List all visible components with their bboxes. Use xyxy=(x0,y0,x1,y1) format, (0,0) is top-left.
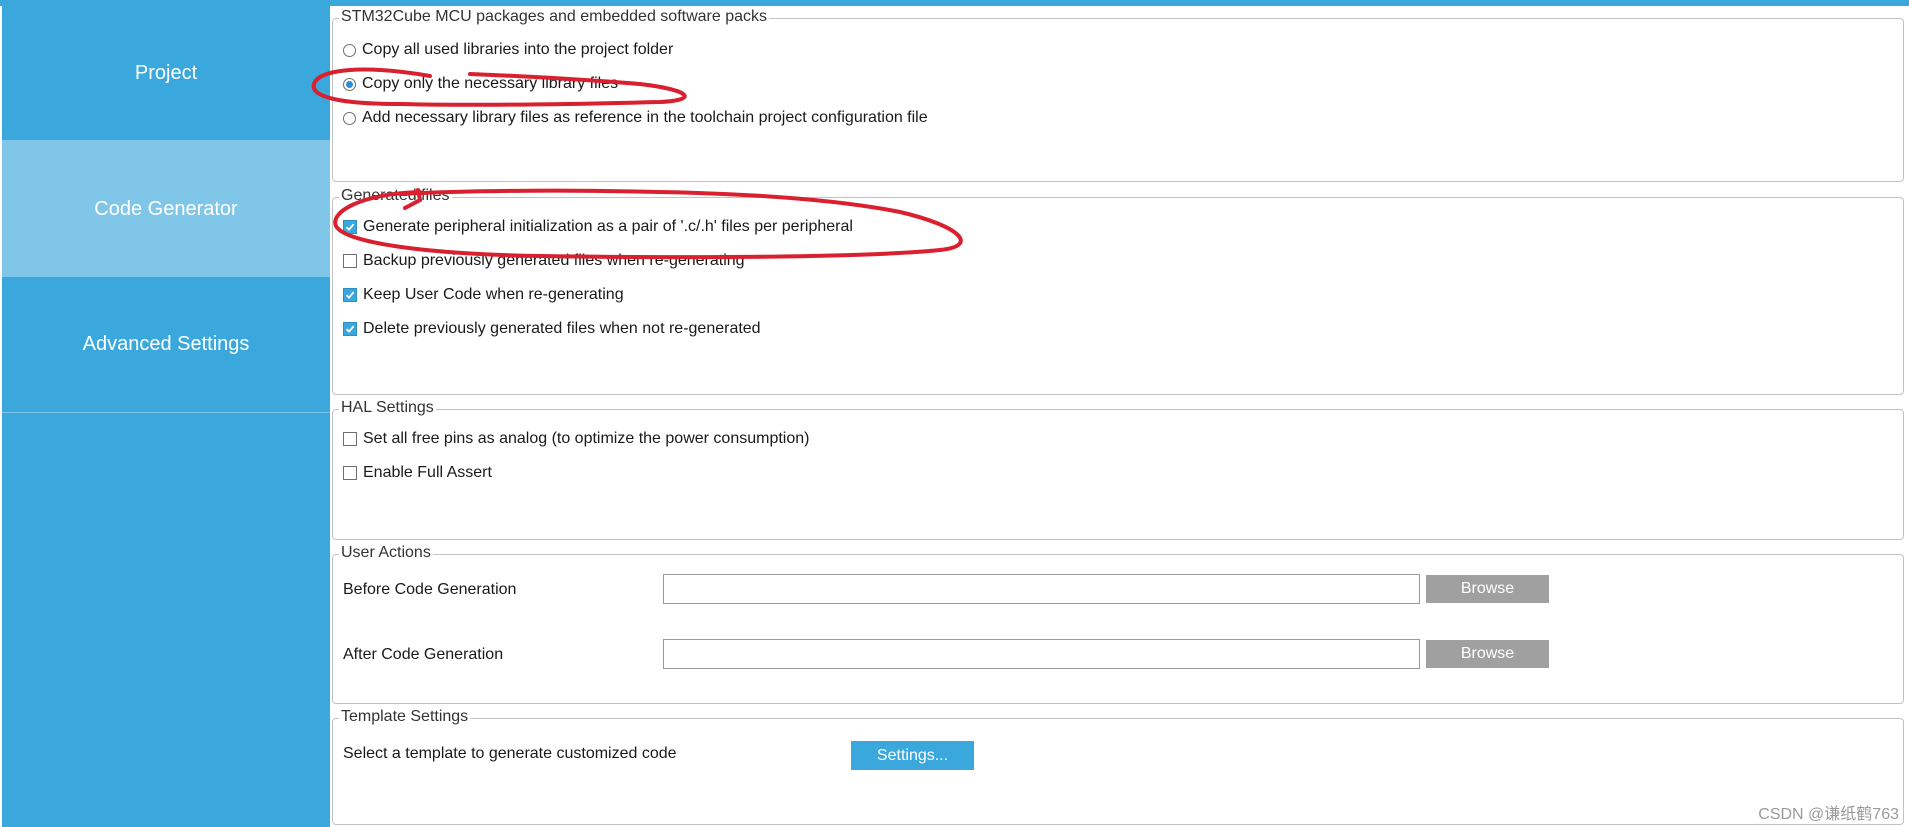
template-settings-panel-title: Template Settings xyxy=(339,708,471,726)
checkbox-free-pins-analog[interactable]: Set all free pins as analog (to optimize… xyxy=(343,430,809,448)
user-actions-panel-title: User Actions xyxy=(339,544,433,562)
before-generation-input[interactable] xyxy=(663,574,1420,604)
checkbox-label: Backup previously generated files when r… xyxy=(363,252,745,269)
checkbox-label: Keep User Code when re-generating xyxy=(363,286,624,303)
checkbox-label: Generate peripheral initialization as a … xyxy=(363,218,853,235)
template-settings-panel: Template Settings Select a template to g… xyxy=(332,708,1904,825)
nav-project[interactable]: Project xyxy=(2,6,330,140)
after-generation-label: After Code Generation xyxy=(343,646,504,663)
checkbox-checked[interactable] xyxy=(343,220,357,234)
after-generation-input[interactable] xyxy=(663,639,1420,669)
checkbox-delete-generated-files[interactable]: Delete previously generated files when n… xyxy=(343,320,761,338)
sidebar: Project Code Generator Advanced Settings xyxy=(2,6,330,827)
radio-label: Copy all used libraries into the project… xyxy=(362,41,674,58)
checkbox-label: Enable Full Assert xyxy=(363,464,492,481)
watermark: CSDN @谦纸鹤763 xyxy=(1758,806,1899,823)
radio-button-selected[interactable] xyxy=(343,77,356,91)
nav-project-label: Project xyxy=(134,61,198,84)
radio-button[interactable] xyxy=(343,111,356,125)
radio-copy-necessary-files[interactable]: Copy only the necessary library files xyxy=(343,75,618,93)
radio-add-as-reference[interactable]: Add necessary library files as reference… xyxy=(343,109,928,127)
nav-code-generator[interactable]: Code Generator xyxy=(2,141,330,277)
checkbox-label: Set all free pins as analog (to optimize… xyxy=(363,430,810,447)
nav-code-generator-label: Code Generator xyxy=(94,197,238,220)
radio-label: Copy only the necessary library files xyxy=(362,75,619,92)
hal-settings-panel-title: HAL Settings xyxy=(339,399,436,417)
radio-button[interactable] xyxy=(343,43,356,57)
checkbox-unchecked[interactable] xyxy=(343,432,357,446)
check-icon xyxy=(345,223,355,231)
generated-files-panel: Generated files Generate peripheral init… xyxy=(332,187,1904,395)
before-generation-label: Before Code Generation xyxy=(343,581,517,598)
nav-advanced-settings-label: Advanced Settings xyxy=(82,333,250,355)
generated-files-panel-title: Generated files xyxy=(339,187,452,205)
checkbox-full-assert[interactable]: Enable Full Assert xyxy=(343,464,492,482)
user-actions-panel: User Actions Before Code Generation Brow… xyxy=(332,544,1904,704)
checkbox-checked[interactable] xyxy=(343,322,357,336)
packages-panel: STM32Cube MCU packages and embedded soft… xyxy=(332,8,1904,182)
hal-settings-panel: HAL Settings Set all free pins as analog… xyxy=(332,399,1904,540)
checkbox-label: Delete previously generated files when n… xyxy=(363,320,761,337)
radio-copy-all-libraries[interactable]: Copy all used libraries into the project… xyxy=(343,41,673,59)
before-generation-browse-button[interactable]: Browse xyxy=(1426,575,1549,603)
checkbox-backup-files[interactable]: Backup previously generated files when r… xyxy=(343,252,745,270)
after-generation-browse-button[interactable]: Browse xyxy=(1426,640,1549,668)
checkbox-peripheral-init-pair[interactable]: Generate peripheral initialization as a … xyxy=(343,218,853,236)
nav-divider xyxy=(2,412,330,413)
packages-panel-title: STM32Cube MCU packages and embedded soft… xyxy=(339,8,769,26)
checkbox-unchecked[interactable] xyxy=(343,254,357,268)
checkbox-keep-user-code[interactable]: Keep User Code when re-generating xyxy=(343,286,624,304)
checkbox-unchecked[interactable] xyxy=(343,466,357,480)
template-description: Select a template to generate customized… xyxy=(343,745,677,762)
check-icon xyxy=(345,325,355,333)
checkbox-checked[interactable] xyxy=(343,288,357,302)
radio-label: Add necessary library files as reference… xyxy=(362,109,928,126)
nav-advanced-settings[interactable]: Advanced Settings xyxy=(2,277,330,412)
template-settings-button[interactable]: Settings... xyxy=(851,741,974,770)
check-icon xyxy=(345,291,355,299)
